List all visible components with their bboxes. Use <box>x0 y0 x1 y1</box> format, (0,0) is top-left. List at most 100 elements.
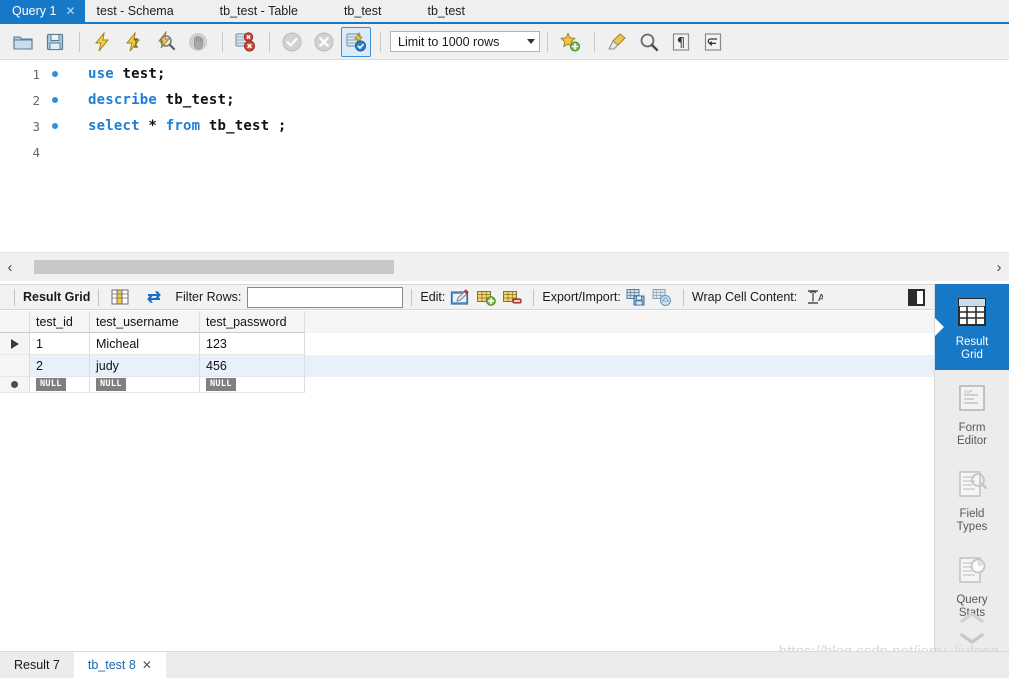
cell-test-username[interactable]: judy <box>90 355 200 377</box>
beautify-sql-icon[interactable] <box>602 27 632 57</box>
query-stats-icon <box>952 550 992 590</box>
scroll-down-chevron-icon[interactable] <box>957 630 987 649</box>
line-number: 2 <box>32 92 40 108</box>
code-text: describe tb_test; <box>88 92 235 108</box>
result-tab-bar: Result 7 tb_test 8 ✕ <box>0 651 1009 678</box>
cell-test-password[interactable]: 123 <box>200 333 305 355</box>
row-marker-current-icon[interactable] <box>0 333 30 355</box>
scrollbar-track[interactable] <box>20 260 989 274</box>
toggle-autocommit-icon[interactable] <box>341 26 371 57</box>
statement-marker-icon <box>46 97 64 103</box>
sidebar-item-field-types[interactable]: Field Types <box>935 456 1009 542</box>
row-marker-new-icon[interactable] <box>0 377 30 393</box>
close-icon[interactable]: ✕ <box>142 658 152 672</box>
rollback-icon[interactable] <box>309 27 339 57</box>
grid-view-icon[interactable] <box>109 287 131 307</box>
row-marker[interactable] <box>0 355 30 377</box>
export-import-label: Export/Import: <box>542 290 621 304</box>
export-recordset-icon[interactable] <box>625 287 647 307</box>
toggle-sidebar-icon[interactable] <box>908 289 925 306</box>
svg-text:¶: ¶ <box>677 36 685 51</box>
sql-code-editor[interactable]: 1 use test; 2 describe tb_test; 3 select… <box>0 61 1009 252</box>
find-icon[interactable] <box>634 27 664 57</box>
tab-label: Query 1 <box>12 4 57 18</box>
code-line: 2 describe tb_test; <box>0 87 1009 113</box>
result-grid-icon <box>952 292 992 332</box>
bottom-tab-tb-test-8[interactable]: tb_test 8 ✕ <box>73 652 166 678</box>
scroll-up-chevron-icon[interactable] <box>957 610 987 629</box>
add-snippet-icon[interactable] <box>555 27 585 57</box>
cell-test-username[interactable]: Micheal <box>90 333 200 355</box>
cell-test-password[interactable]: 456 <box>200 355 305 377</box>
sidebar-item-label: Form Editor <box>956 422 988 447</box>
edit-cell-icon[interactable] <box>449 287 471 307</box>
table-row[interactable]: 1 Micheal 123 <box>0 333 935 355</box>
current-row-arrow-icon <box>10 338 19 349</box>
result-grid-title: Result Grid <box>23 290 91 304</box>
open-sql-script-icon[interactable] <box>8 27 38 57</box>
code-line: 4 <box>0 139 1009 165</box>
tab-tb-test-2[interactable]: tb_test <box>393 0 478 22</box>
cell-test-password-null[interactable]: NULL <box>200 377 305 393</box>
toggle-stop-on-error-icon[interactable] <box>230 27 260 57</box>
sidebar-scroll-controls <box>935 606 1009 652</box>
column-header-test-username[interactable]: test_username <box>90 311 200 333</box>
row-limit-select[interactable]: Limit to 1000 rows <box>390 31 540 52</box>
tab-test-schema[interactable]: test - Schema <box>84 0 186 22</box>
explain-query-icon[interactable] <box>151 27 181 57</box>
table-row-new-placeholder[interactable]: NULL NULL NULL <box>0 377 935 393</box>
bottom-tab-result-7[interactable]: Result 7 <box>0 652 74 678</box>
code-line: 1 use test; <box>0 61 1009 87</box>
commit-icon[interactable] <box>277 27 307 57</box>
bottom-tab-label: tb_test 8 <box>87 658 136 672</box>
sidebar-item-result-grid[interactable]: Result Grid <box>935 284 1009 370</box>
toolbar-separator <box>269 31 270 52</box>
scroll-left-icon[interactable]: ‹ <box>0 260 20 275</box>
wrap-cell-icon[interactable]: A <box>803 287 825 307</box>
code-text: use test; <box>88 66 166 82</box>
toolbar-separator <box>547 31 548 52</box>
execute-current-statement-icon[interactable] <box>119 27 149 57</box>
stop-query-icon[interactable] <box>183 27 213 57</box>
sql-editor-toolbar: Limit to 1000 rows ¶ <box>0 24 1009 60</box>
field-types-icon <box>952 464 992 504</box>
toggle-invisible-chars-icon[interactable]: ¶ <box>666 27 696 57</box>
row-marker-header <box>0 311 30 333</box>
new-row-marker-icon <box>11 381 18 388</box>
editor-horizontal-scrollbar[interactable]: ‹ › <box>0 252 1009 281</box>
toolbar-separator <box>380 31 381 52</box>
cell-test-id-null[interactable]: NULL <box>30 377 90 393</box>
chevron-down-icon[interactable] <box>527 39 535 44</box>
sidebar-item-form-editor[interactable]: Form Editor <box>935 370 1009 456</box>
result-data-grid[interactable]: test_id test_username test_password 1 Mi… <box>0 311 936 651</box>
refresh-icon[interactable] <box>143 287 165 307</box>
execute-statement-icon[interactable] <box>87 27 117 57</box>
cell-test-id[interactable]: 1 <box>30 333 90 355</box>
cell-test-username-null[interactable]: NULL <box>90 377 200 393</box>
insert-row-icon[interactable] <box>475 287 497 307</box>
delete-row-icon[interactable] <box>501 287 523 307</box>
wrap-cell-content-label: Wrap Cell Content: <box>691 290 798 304</box>
code-text: select * from tb_test ; <box>88 118 287 134</box>
column-header-test-id[interactable]: test_id <box>30 311 90 333</box>
scrollbar-thumb[interactable] <box>34 260 394 274</box>
filter-rows-input[interactable] <box>247 286 404 308</box>
import-recordset-icon[interactable] <box>651 287 673 307</box>
column-header-test-password[interactable]: test_password <box>200 311 305 333</box>
cell-test-id[interactable]: 2 <box>30 355 90 377</box>
tab-query-1[interactable]: Query 1 ✕ <box>0 0 85 22</box>
save-script-icon[interactable] <box>40 27 70 57</box>
toolbar-separator <box>98 288 100 306</box>
toggle-wrapping-icon[interactable] <box>698 27 728 57</box>
bottom-tab-label: Result 7 <box>14 658 60 672</box>
editor-tab-bar: Query 1 ✕ test - Schema tb_test - Table … <box>0 0 1009 24</box>
scroll-right-icon[interactable]: › <box>989 260 1009 275</box>
filter-rows-label: Filter Rows: <box>175 290 242 304</box>
close-icon[interactable]: ✕ <box>62 5 78 17</box>
tab-tb-test-table[interactable]: tb_test - Table <box>185 0 310 22</box>
tab-tb-test-1[interactable]: tb_test <box>309 0 394 22</box>
table-row[interactable]: 2 judy 456 <box>0 355 935 377</box>
mysql-workbench-window: Query 1 ✕ test - Schema tb_test - Table … <box>0 0 1009 678</box>
line-number: 4 <box>32 144 40 160</box>
sidebar-item-label: Field Types <box>956 508 988 533</box>
